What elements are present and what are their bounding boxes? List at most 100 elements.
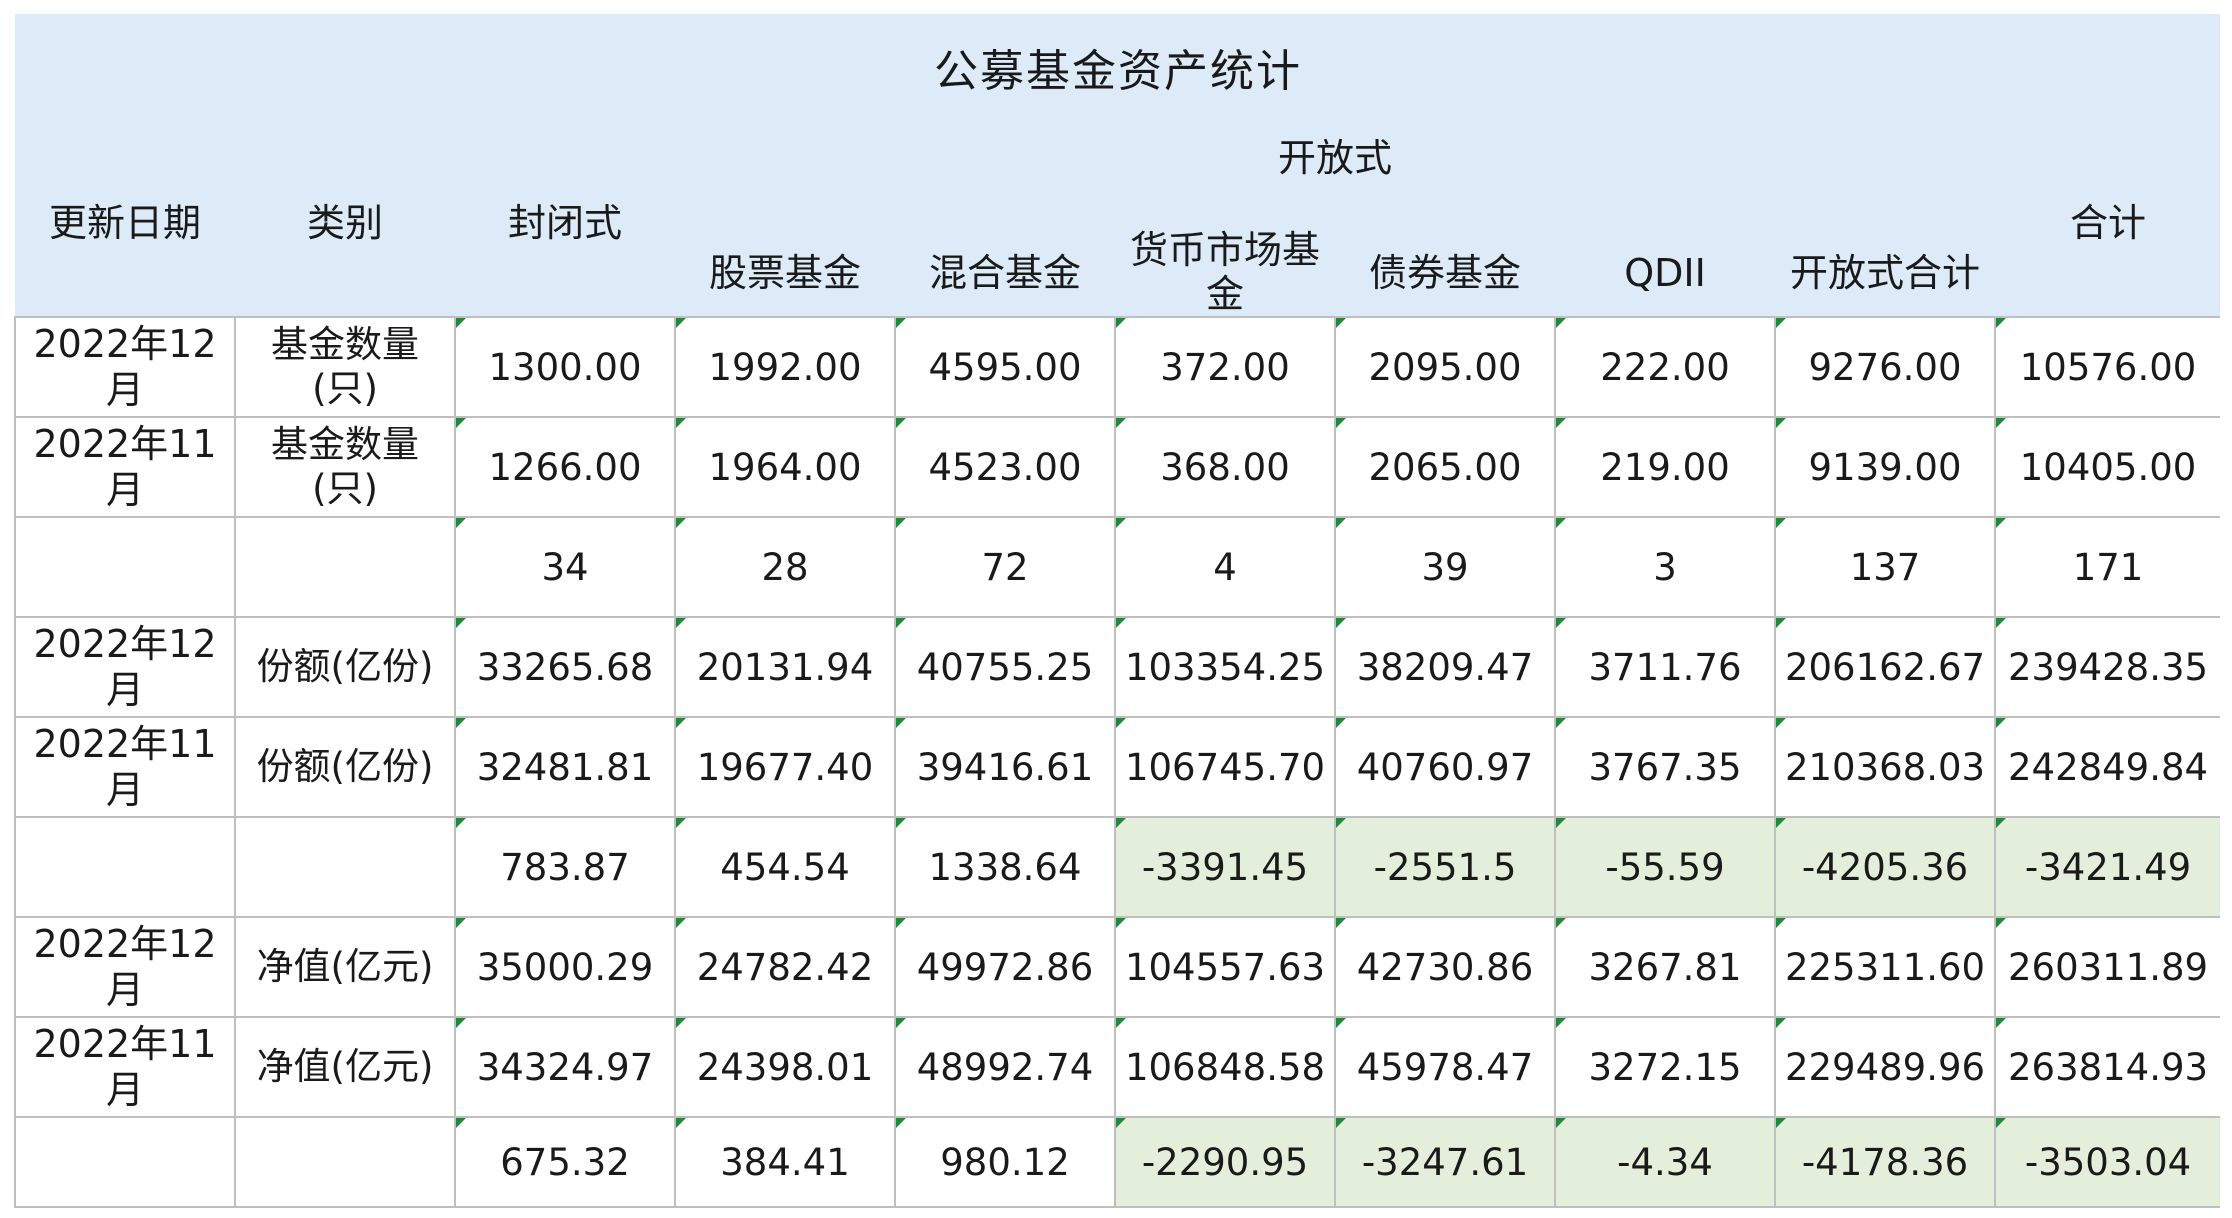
value-cell[interactable]: -4205.36 (1774, 816, 1996, 918)
value-cell[interactable]: 1266.00 (454, 416, 676, 518)
row-category[interactable] (234, 516, 456, 618)
value-cell[interactable]: 3767.35 (1554, 716, 1776, 818)
row-date[interactable]: 2022年11月 (14, 1016, 236, 1118)
value-cell[interactable]: 137 (1774, 516, 1996, 618)
value-cell[interactable]: 675.32 (454, 1116, 676, 1208)
value-cell[interactable]: 263814.93 (1993, 1016, 2220, 1118)
value-cell[interactable]: 49972.86 (894, 916, 1116, 1018)
value-cell[interactable]: -3391.45 (1114, 816, 1336, 918)
value-cell[interactable]: 3272.15 (1554, 1016, 1776, 1118)
value-cell[interactable]: -2290.95 (1114, 1116, 1336, 1208)
value-cell[interactable]: 35000.29 (454, 916, 676, 1018)
value-cell[interactable]: 1992.00 (674, 316, 896, 418)
value-cell[interactable]: 40760.97 (1334, 716, 1556, 818)
value-cell[interactable]: 9276.00 (1774, 316, 1996, 418)
cell-marker-icon (1557, 319, 1566, 328)
row-date[interactable] (14, 1116, 236, 1208)
value-cell[interactable]: 384.41 (674, 1116, 896, 1208)
value-cell[interactable]: -3421.49 (1993, 816, 2220, 918)
value-cell[interactable]: 210368.03 (1774, 716, 1996, 818)
value-cell[interactable]: 454.54 (674, 816, 896, 918)
value-cell[interactable]: 103354.25 (1114, 616, 1336, 718)
row-date[interactable]: 2022年12月 (14, 616, 236, 718)
value-cell[interactable]: 24398.01 (674, 1016, 896, 1118)
cell-marker-icon (1117, 919, 1126, 928)
value-cell[interactable]: -2551.5 (1334, 816, 1556, 918)
value-cell[interactable]: 10405.00 (1993, 416, 2220, 518)
header-open-total: 开放式合计 (1775, 197, 1995, 317)
value-cell[interactable]: 42730.86 (1334, 916, 1556, 1018)
value-text: 42730.86 (1356, 945, 1534, 989)
value-cell[interactable]: 104557.63 (1114, 916, 1336, 1018)
value-cell[interactable]: 4523.00 (894, 416, 1116, 518)
value-cell[interactable]: 34 (454, 516, 676, 618)
value-cell[interactable]: 3267.81 (1554, 916, 1776, 1018)
value-cell[interactable]: 9139.00 (1774, 416, 1996, 518)
value-cell[interactable]: 4 (1114, 516, 1336, 618)
value-cell[interactable]: 24782.42 (674, 916, 896, 1018)
value-cell[interactable]: 783.87 (454, 816, 676, 918)
value-cell[interactable]: 222.00 (1554, 316, 1776, 418)
value-cell[interactable]: 28 (674, 516, 896, 618)
value-cell[interactable]: 40755.25 (894, 616, 1116, 718)
value-cell[interactable]: 1338.64 (894, 816, 1116, 918)
value-cell[interactable]: 260311.89 (1993, 916, 2220, 1018)
row-date[interactable]: 2022年11月 (14, 416, 236, 518)
value-cell[interactable]: 229489.96 (1774, 1016, 1996, 1118)
value-cell[interactable]: 106848.58 (1114, 1016, 1336, 1118)
cell-marker-icon (1777, 419, 1786, 428)
value-cell[interactable]: 1964.00 (674, 416, 896, 518)
value-cell[interactable]: 19677.40 (674, 716, 896, 818)
row-category[interactable]: 基金数量(只) (234, 316, 456, 418)
value-cell[interactable]: 34324.97 (454, 1016, 676, 1118)
value-cell[interactable]: 242849.84 (1993, 716, 2220, 818)
row-category[interactable]: 净值(亿元) (234, 916, 456, 1018)
value-cell[interactable]: 4595.00 (894, 316, 1116, 418)
value-cell[interactable]: 368.00 (1114, 416, 1336, 518)
value-cell[interactable]: 72 (894, 516, 1116, 618)
value-cell[interactable]: -4178.36 (1774, 1116, 1996, 1208)
row-category[interactable]: 基金数量(只) (234, 416, 456, 518)
value-cell[interactable]: 372.00 (1114, 316, 1336, 418)
row-category[interactable]: 份额(亿份) (234, 616, 456, 718)
value-text: 1266.00 (488, 445, 642, 489)
value-cell[interactable]: 219.00 (1554, 416, 1776, 518)
value-cell[interactable]: 3711.76 (1554, 616, 1776, 718)
value-cell[interactable]: 48992.74 (894, 1016, 1116, 1118)
row-category[interactable] (234, 816, 456, 918)
value-cell[interactable]: 225311.60 (1774, 916, 1996, 1018)
value-cell[interactable]: 20131.94 (674, 616, 896, 718)
value-cell[interactable]: 45978.47 (1334, 1016, 1556, 1118)
value-cell[interactable]: 1300.00 (454, 316, 676, 418)
row-category[interactable] (234, 1116, 456, 1208)
value-cell[interactable]: -3247.61 (1334, 1116, 1556, 1208)
row-category[interactable]: 净值(亿元) (234, 1016, 456, 1118)
value-cell[interactable]: 3 (1554, 516, 1776, 618)
value-cell[interactable]: 10576.00 (1993, 316, 2220, 418)
row-date[interactable] (14, 816, 236, 918)
row-date[interactable] (14, 516, 236, 618)
cell-marker-icon (1337, 1019, 1346, 1028)
value-text: 229489.96 (1784, 1045, 1986, 1089)
value-cell[interactable]: 32481.81 (454, 716, 676, 818)
row-category[interactable]: 份额(亿份) (234, 716, 456, 818)
row-date[interactable]: 2022年12月 (14, 316, 236, 418)
cell-marker-icon (1997, 819, 2006, 828)
value-cell[interactable]: 206162.67 (1774, 616, 1996, 718)
value-cell[interactable]: 39416.61 (894, 716, 1116, 818)
value-cell[interactable]: 239428.35 (1993, 616, 2220, 718)
value-cell[interactable]: 171 (1993, 516, 2220, 618)
value-cell[interactable]: -55.59 (1554, 816, 1776, 918)
value-cell[interactable]: 106745.70 (1114, 716, 1336, 818)
value-cell[interactable]: -4.34 (1554, 1116, 1776, 1208)
value-cell[interactable]: -3503.04 (1993, 1116, 2220, 1208)
row-date[interactable]: 2022年12月 (14, 916, 236, 1018)
row-date[interactable]: 2022年11月 (14, 716, 236, 818)
value-cell[interactable]: 2095.00 (1334, 316, 1556, 418)
value-cell[interactable]: 980.12 (894, 1116, 1116, 1208)
value-text: 1338.64 (928, 845, 1082, 889)
value-cell[interactable]: 33265.68 (454, 616, 676, 718)
value-cell[interactable]: 38209.47 (1334, 616, 1556, 718)
value-cell[interactable]: 39 (1334, 516, 1556, 618)
value-cell[interactable]: 2065.00 (1334, 416, 1556, 518)
